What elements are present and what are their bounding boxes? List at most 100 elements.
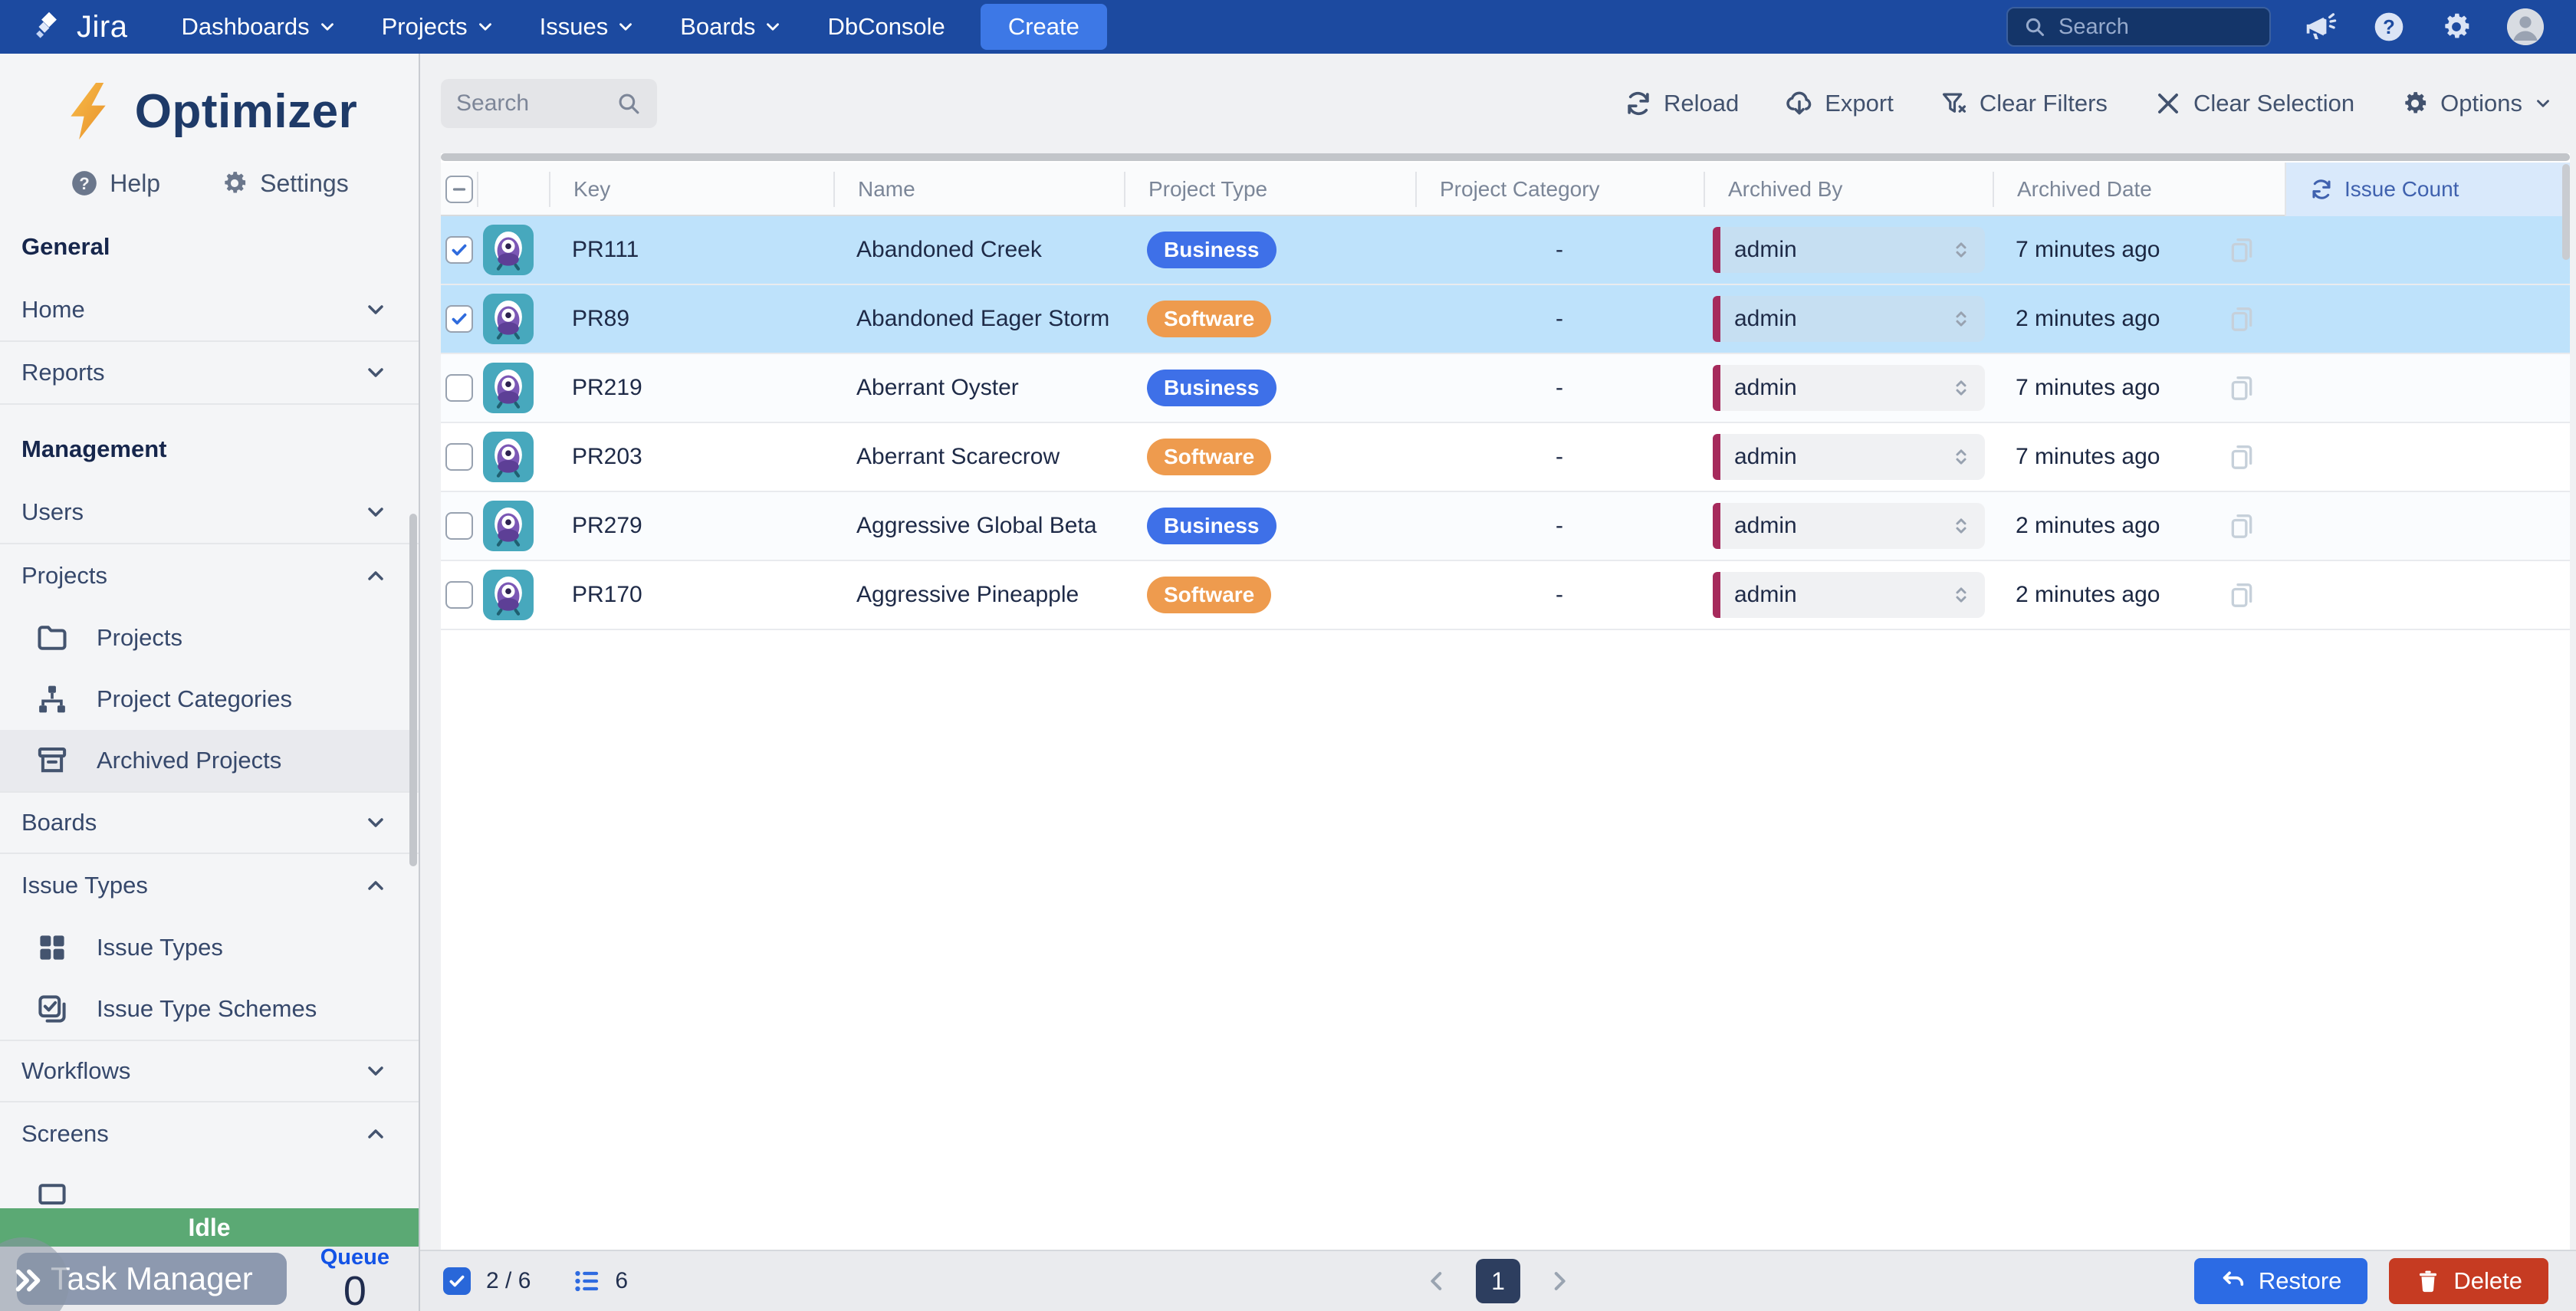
copy-icon[interactable] [2226,580,2257,610]
sidebar-item-reports[interactable]: Reports [0,342,419,405]
table-row[interactable]: PR170 Aggressive Pineapple Software - ad… [441,561,2570,630]
create-button[interactable]: Create [981,4,1107,50]
export-button[interactable]: Export [1785,89,1894,118]
search-icon [616,90,642,117]
next-page-button[interactable] [1546,1268,1572,1294]
table-row[interactable]: PR111 Abandoned Creek Business - admin 7… [441,216,2570,285]
project-category: - [1415,354,1704,422]
reload-button[interactable]: Reload [1624,89,1739,118]
current-page[interactable]: 1 [1476,1259,1520,1303]
table-row[interactable]: PR219 Aberrant Oyster Business - admin 7… [441,354,2570,423]
project-avatar [483,363,534,413]
archived-by-select[interactable]: admin [1713,503,1985,549]
svg-text:?: ? [2383,17,2395,38]
copy-icon[interactable] [2226,442,2257,472]
copy-icon[interactable] [2226,511,2257,541]
archived-by-select[interactable]: admin [1713,227,1985,273]
row-checkbox[interactable] [445,374,473,402]
row-checkbox[interactable] [445,581,473,609]
user-avatar[interactable] [2507,8,2544,45]
sidebar-item-issue-types[interactable]: Issue Types [0,917,419,978]
settings-gear-icon[interactable] [2440,10,2473,44]
options-button[interactable]: Options [2400,89,2553,118]
table-footer: 2 / 6 6 1 Restore Delete [420,1250,2576,1311]
chevron-down-icon [363,810,388,835]
copy-icon[interactable] [2226,304,2257,334]
sidebar-item-archived-projects[interactable]: Archived Projects [0,730,419,791]
announcement-icon[interactable] [2305,10,2338,44]
column-project-type[interactable]: Project Type [1124,172,1415,207]
table-row[interactable]: PR203 Aberrant Scarecrow Software - admi… [441,423,2570,492]
project-key: PR89 [549,285,833,353]
section-title-general: General [0,202,419,279]
row-checkbox[interactable] [445,443,473,471]
sidebar-item-boards[interactable]: Boards [0,791,419,854]
archived-by-select[interactable]: admin [1713,572,1985,618]
sidebar-item-home[interactable]: Home [0,279,419,342]
archived-date: 2 minutes ago [2016,513,2160,539]
vertical-scrollbar[interactable] [2562,164,2570,260]
nav-boards[interactable]: Boards [680,13,783,41]
copy-icon[interactable] [2226,373,2257,403]
sidebar-item-workflows[interactable]: Workflows [0,1040,419,1102]
sidebar-item-projects-group[interactable]: Projects [0,544,419,607]
sidebar: Optimizer ? Help Settings General Home R… [0,54,420,1311]
column-issue-count[interactable]: Issue Count [2285,163,2570,216]
column-key[interactable]: Key [549,172,833,207]
row-checkbox[interactable] [445,305,473,333]
archived-by-select[interactable]: admin [1713,434,1985,480]
queue-count: 0 [343,1270,366,1311]
export-icon [1785,89,1814,118]
double-chevron-icon [1950,583,1973,606]
project-type-badge: Business [1147,508,1276,544]
sidebar-item-projects[interactable]: Projects [0,607,419,669]
row-checkbox[interactable] [445,236,473,264]
restore-button[interactable]: Restore [2194,1258,2368,1304]
clear-selection-button[interactable]: Clear Selection [2154,89,2354,118]
sidebar-item-screens[interactable]: Screens [0,1102,419,1165]
archived-by-select[interactable]: admin [1713,296,1985,342]
clear-filters-icon [1940,89,1969,118]
nav-projects[interactable]: Projects [382,13,495,41]
table-row[interactable]: PR279 Aggressive Global Beta Business - … [441,492,2570,561]
sidebar-item-issue-type-schemes[interactable]: Issue Type Schemes [0,978,419,1040]
nav-dbconsole[interactable]: DbConsole [827,13,945,41]
table-search[interactable] [441,79,657,128]
previous-page-button[interactable] [1424,1268,1450,1294]
sidebar-item-issue-types-group[interactable]: Issue Types [0,854,419,917]
clear-filters-button[interactable]: Clear Filters [1940,89,2108,118]
nav-dashboards[interactable]: Dashboards [181,13,337,41]
sidebar-scrollbar[interactable] [409,514,417,866]
jira-logo[interactable]: Jira [32,10,127,44]
global-search[interactable] [2006,7,2271,47]
help-icon: ? [70,169,99,198]
sidebar-item-users[interactable]: Users [0,481,419,544]
chevron-down-icon [363,297,388,322]
double-chevron-icon [1950,376,1973,399]
global-search-input[interactable] [2058,15,2242,40]
project-name: Abandoned Creek [833,216,1124,284]
table-row[interactable]: PR89 Abandoned Eager Storm Software - ad… [441,285,2570,354]
column-archived-by[interactable]: Archived By [1704,172,1993,207]
row-checkbox[interactable] [445,512,473,540]
copy-icon[interactable] [2226,235,2257,265]
archived-by-select[interactable]: admin [1713,365,1985,411]
top-navbar: Jira Dashboards Projects Issues Boards D… [0,0,2576,54]
select-all-checkbox[interactable] [445,176,473,203]
delete-button[interactable]: Delete [2389,1258,2548,1304]
sidebar-help[interactable]: ? Help [70,169,160,198]
column-project-category[interactable]: Project Category [1415,172,1704,207]
nav-issues[interactable]: Issues [540,13,636,41]
options-gear-icon [2400,89,2430,118]
selected-indicator-checkbox[interactable] [443,1267,471,1295]
column-name[interactable]: Name [833,172,1124,207]
table-search-input[interactable] [456,90,616,117]
project-key: PR170 [549,561,833,629]
horizontal-scrollbar[interactable] [441,153,2570,161]
column-archived-date[interactable]: Archived Date [1993,172,2285,207]
checkbox-icon [35,992,69,1026]
help-icon[interactable]: ? [2372,10,2406,44]
sidebar-settings[interactable]: Settings [220,169,349,198]
chevron-down-icon [763,17,783,37]
sidebar-item-project-categories[interactable]: Project Categories [0,669,419,730]
